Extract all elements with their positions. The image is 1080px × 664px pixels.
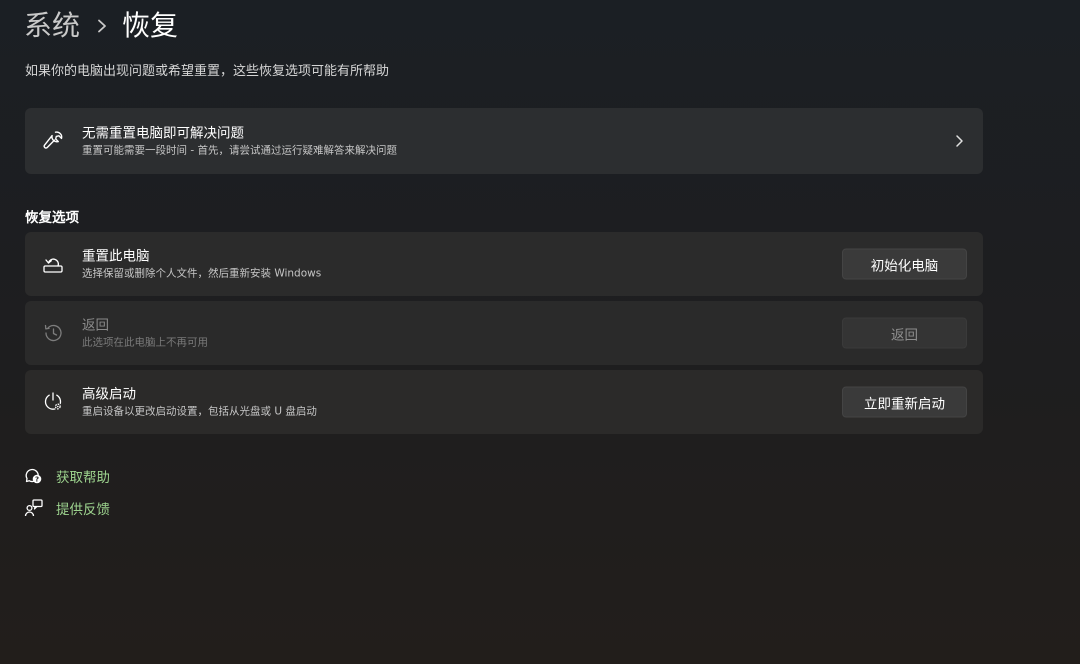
reset-pc-icon — [40, 251, 66, 277]
page-description: 如果你的电脑出现问题或希望重置，这些恢复选项可能有所帮助 — [25, 64, 390, 79]
advanced-startup-subtitle: 重启设备以更改启动设置，包括从光盘或 U 盘启动 — [82, 405, 317, 418]
page-title: 恢复 — [122, 9, 179, 42]
chevron-right-icon — [951, 133, 967, 149]
get-help-link[interactable]: ? 获取帮助 — [24, 465, 110, 487]
advanced-startup-title: 高级启动 — [82, 386, 136, 403]
give-feedback-label[interactable]: 提供反馈 — [56, 498, 110, 518]
recovery-item-advanced-startup: 高级启动 重启设备以更改启动设置，包括从光盘或 U 盘启动 立即重新启动 — [25, 370, 983, 434]
reset-pc-subtitle: 选择保留或删除个人文件，然后重新安装 Windows — [82, 267, 322, 280]
go-back-subtitle: 此选项在此电脑上不再可用 — [82, 336, 208, 349]
wrench-icon — [40, 128, 66, 154]
svg-text:?: ? — [35, 475, 39, 483]
go-back-button: 返回 — [842, 317, 967, 349]
troubleshoot-title: 无需重置电脑即可解决问题 — [82, 125, 244, 142]
recovery-options-heading: 恢复选项 — [25, 210, 79, 226]
give-feedback-link[interactable]: 提供反馈 — [24, 497, 110, 519]
breadcrumb-chevron-icon — [96, 19, 108, 33]
breadcrumb-parent-system[interactable]: 系统 — [24, 6, 80, 46]
help-chat-icon: ? — [24, 466, 44, 486]
get-help-label[interactable]: 获取帮助 — [56, 466, 110, 486]
history-icon — [40, 320, 66, 346]
reset-pc-title: 重置此电脑 — [82, 248, 150, 265]
troubleshoot-subtitle: 重置可能需要一段时间 - 首先，请尝试通过运行疑难解答来解决问题 — [82, 144, 397, 157]
feedback-person-icon — [24, 498, 44, 518]
breadcrumb: 系统 恢复 — [24, 6, 178, 46]
troubleshoot-card[interactable]: 无需重置电脑即可解决问题 重置可能需要一段时间 - 首先，请尝试通过运行疑难解答… — [25, 108, 983, 174]
restart-now-button[interactable]: 立即重新启动 — [842, 386, 967, 418]
reset-pc-button[interactable]: 初始化电脑 — [842, 248, 967, 280]
advanced-startup-icon — [40, 389, 66, 415]
go-back-title: 返回 — [82, 317, 109, 334]
recovery-item-go-back: 返回 此选项在此电脑上不再可用 返回 — [25, 301, 983, 365]
recovery-item-reset-pc: 重置此电脑 选择保留或删除个人文件，然后重新安装 Windows 初始化电脑 — [25, 232, 983, 296]
